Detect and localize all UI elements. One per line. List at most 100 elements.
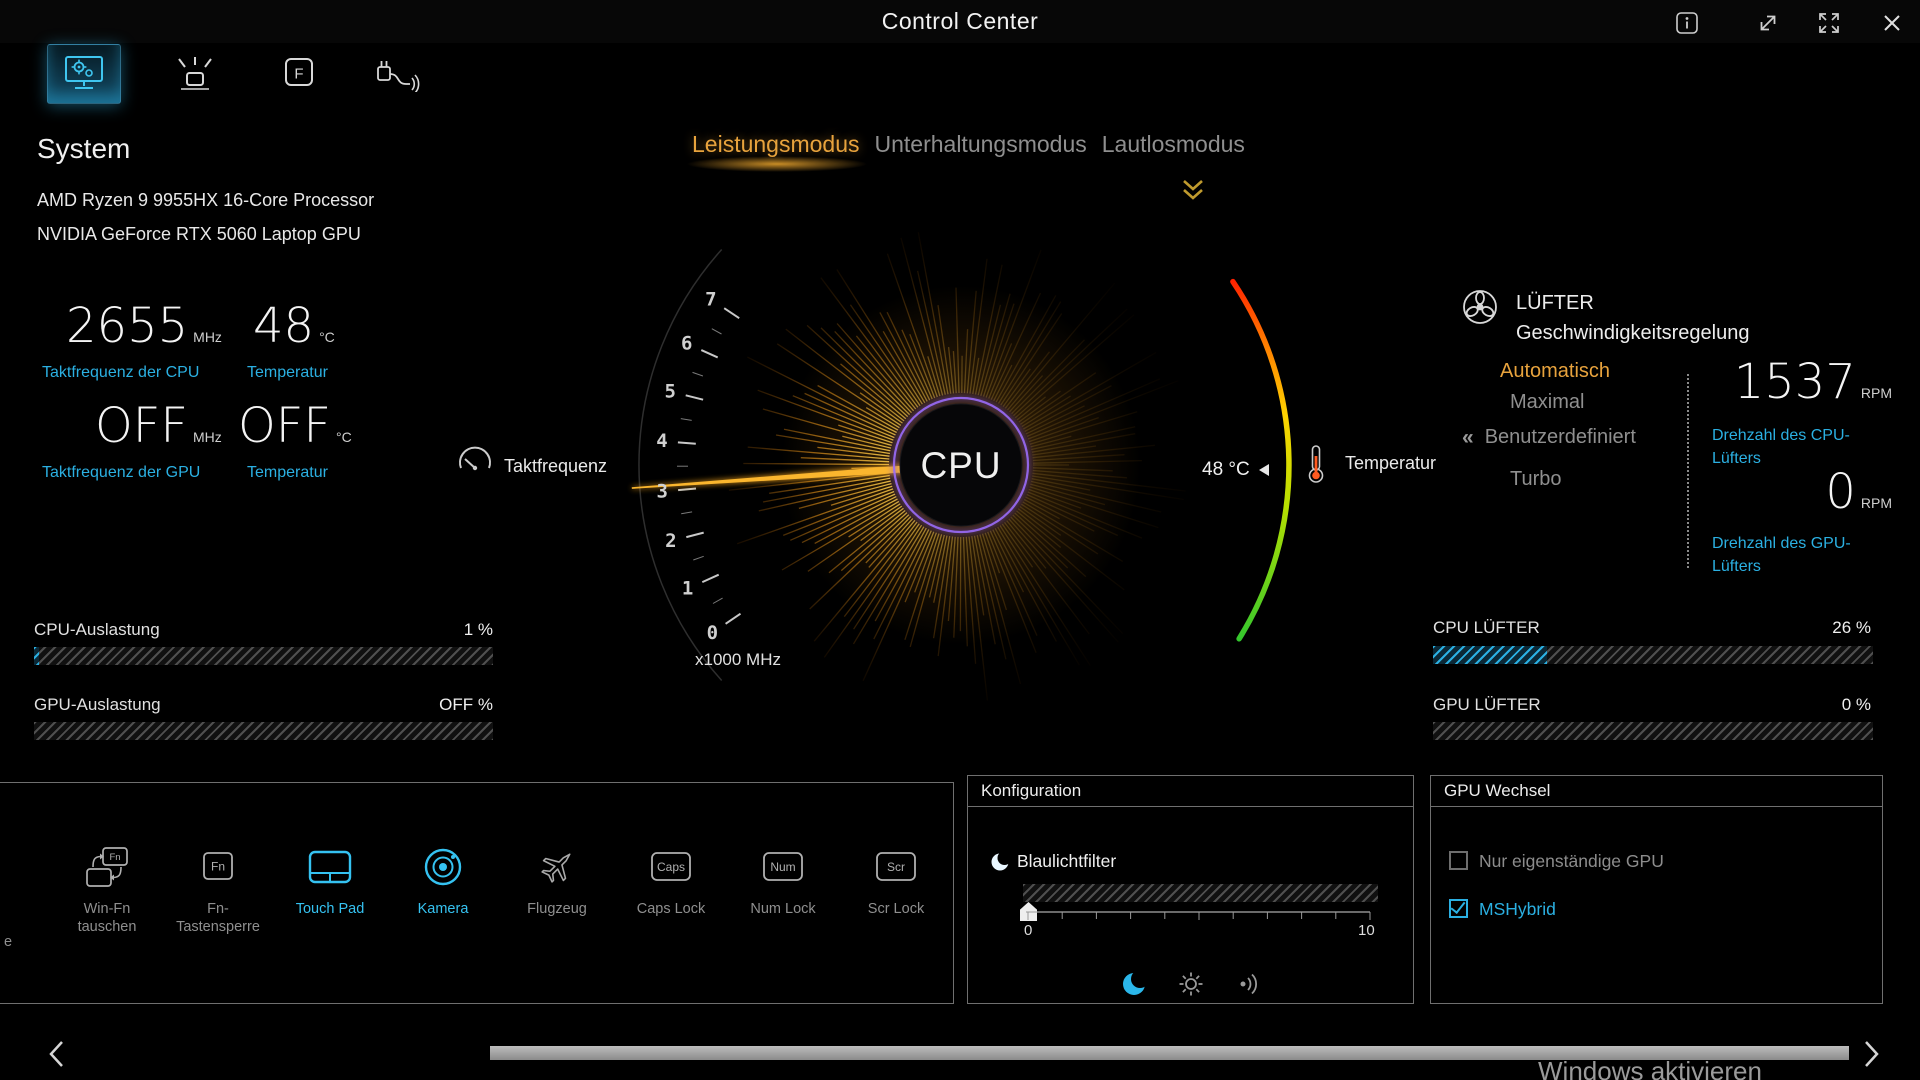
nav-tab-lighting[interactable] bbox=[159, 44, 231, 102]
gauge-freq-label: Taktfrequenz bbox=[504, 456, 607, 477]
airplane-icon bbox=[535, 839, 579, 895]
toggles-partial-label: e bbox=[4, 934, 12, 950]
gauge-dial-edge bbox=[639, 250, 722, 681]
cpu-frequency-label: Taktfrequenz der CPU bbox=[42, 364, 199, 382]
volume-icon[interactable] bbox=[1236, 971, 1264, 1002]
fan-icon bbox=[1461, 288, 1499, 331]
slider-max-label: 10 bbox=[1358, 922, 1375, 939]
svg-text:2: 2 bbox=[665, 530, 676, 552]
konfiguration-title: Konfiguration bbox=[981, 781, 1081, 801]
fan-mode-automatisch[interactable]: Automatisch bbox=[1500, 360, 1610, 383]
toggle-scr-lock[interactable]: Scr Scr Lock bbox=[844, 839, 948, 991]
checkbox-mshybrid-label[interactable]: MSHybrid bbox=[1479, 899, 1556, 920]
cpu-fan-label: CPU LÜFTER bbox=[1433, 618, 1540, 638]
toggle-label: Scr Lock bbox=[868, 900, 924, 918]
toggles-panel: e Fn Win-Fntauschen bbox=[0, 782, 954, 1004]
toggle-label: Num Lock bbox=[750, 900, 815, 918]
resize-icon bbox=[1757, 12, 1779, 34]
gpu-switch-title: GPU Wechsel bbox=[1444, 781, 1550, 801]
gpu-switch-panel: GPU Wechsel Nur eigenständige GPU MSHybr… bbox=[1430, 775, 1883, 1004]
nav-tab-devices[interactable] bbox=[361, 44, 433, 102]
camera-icon bbox=[422, 839, 464, 895]
svg-text:Num: Num bbox=[770, 860, 795, 874]
svg-text:3: 3 bbox=[656, 481, 667, 503]
svg-text:6: 6 bbox=[681, 333, 692, 355]
system-title: System bbox=[37, 133, 130, 165]
cpu-fan-rpm-value: 1537 bbox=[1734, 354, 1856, 410]
nav-tab-system[interactable] bbox=[47, 44, 121, 104]
cpu-load-value: 1 % bbox=[464, 620, 493, 640]
scroll-left-button[interactable] bbox=[44, 1038, 70, 1075]
toggle-fn-lock[interactable]: Fn Fn-Tastensperre bbox=[166, 839, 270, 991]
thermometer-icon bbox=[1306, 444, 1326, 489]
checkbox-dedicated-gpu[interactable] bbox=[1449, 851, 1468, 870]
toggle-camera[interactable]: Kamera bbox=[391, 839, 495, 991]
fan-title-line2: Geschwindigkeitsregelung bbox=[1516, 322, 1749, 345]
cpu-frequency-value: 2655 bbox=[66, 298, 188, 354]
svg-text:0: 0 bbox=[707, 622, 718, 644]
gpu-temperature-stat: OFF°C bbox=[238, 402, 352, 450]
fullscreen-button[interactable] bbox=[1815, 9, 1843, 37]
gpu-frequency-value: OFF bbox=[95, 398, 188, 454]
toggle-label: Kamera bbox=[418, 900, 469, 918]
blue-light-filter-label: Blaulichtfilter bbox=[1017, 851, 1116, 872]
cpu-load-bar bbox=[34, 647, 493, 665]
cpu-temperature-unit: °C bbox=[319, 329, 335, 345]
checkbox-mshybrid[interactable] bbox=[1449, 899, 1468, 918]
cpu-fan-bar-fill bbox=[1433, 646, 1547, 664]
num-lock-key-icon: Num bbox=[760, 839, 806, 895]
cpu-frequency-unit: MHz bbox=[193, 329, 222, 345]
checkbox-dedicated-gpu-label[interactable]: Nur eigenständige GPU bbox=[1479, 851, 1664, 872]
toggle-num-lock[interactable]: Num Num Lock bbox=[731, 839, 835, 991]
window-title: Control Center bbox=[0, 8, 1920, 35]
chevron-left-icon bbox=[44, 1038, 70, 1070]
moon-icon bbox=[990, 852, 1010, 877]
touchpad-icon bbox=[306, 839, 354, 895]
gpu-fan-rpm-unit: RPM bbox=[1861, 495, 1892, 511]
cpu-temperature-stat: 48°C bbox=[253, 302, 335, 350]
svg-text:Scr: Scr bbox=[887, 860, 905, 874]
gpu-frequency-unit: MHz bbox=[193, 429, 222, 445]
fan-mode-benutzerdefiniert[interactable]: « Benutzerdefiniert bbox=[1462, 426, 1636, 449]
gpu-switch-header: GPU Wechsel bbox=[1431, 776, 1882, 807]
cpu-fan-rpm: 1537RPM bbox=[1734, 358, 1892, 406]
toggle-win-fn-swap[interactable]: Fn Win-Fntauschen bbox=[55, 839, 159, 991]
toggle-airplane[interactable]: Flugzeug bbox=[505, 839, 609, 991]
brightness-icon[interactable] bbox=[1178, 971, 1204, 1002]
toggle-caps-lock[interactable]: Caps Caps Lock bbox=[619, 839, 723, 991]
resize-button[interactable] bbox=[1754, 9, 1782, 37]
fan-title-line1: LÜFTER bbox=[1516, 292, 1594, 315]
cpu-temperature-value: 48 bbox=[253, 298, 314, 354]
windows-activation-watermark: Windows aktivieren bbox=[1538, 1056, 1762, 1080]
gpu-name: NVIDIA GeForce RTX 5060 Laptop GPU bbox=[37, 224, 361, 245]
fan-mode-turbo[interactable]: Turbo bbox=[1510, 468, 1562, 491]
nav-tab-function-keys[interactable]: F bbox=[263, 44, 335, 102]
toggle-label: Flugzeug bbox=[527, 900, 587, 918]
scroll-right-button[interactable] bbox=[1858, 1038, 1884, 1075]
gpu-fan-label: GPU LÜFTER bbox=[1433, 695, 1541, 715]
gpu-fan-rpm: 0RPM bbox=[1825, 468, 1892, 516]
gpu-temperature-label: Temperatur bbox=[247, 464, 328, 482]
slider-min-label: 0 bbox=[1024, 922, 1032, 939]
gpu-temperature-value: OFF bbox=[238, 398, 331, 454]
gauge-temp-label: Temperatur bbox=[1345, 453, 1436, 474]
chevron-right-icon bbox=[1858, 1038, 1884, 1070]
gpu-frequency-stat: OFFMHz bbox=[95, 402, 222, 450]
svg-text:Caps: Caps bbox=[657, 860, 685, 874]
gpu-load-bar bbox=[34, 722, 493, 740]
close-button[interactable] bbox=[1878, 9, 1906, 37]
blue-light-slider-track[interactable] bbox=[1023, 884, 1378, 902]
svg-text:1: 1 bbox=[682, 578, 693, 600]
gpu-load-label: GPU-Auslastung bbox=[34, 695, 161, 715]
keyboard-backlight-icon bbox=[175, 54, 215, 92]
konfiguration-header: Konfiguration bbox=[968, 776, 1413, 807]
toggle-label: Fn-Tastensperre bbox=[176, 900, 260, 936]
info-button[interactable] bbox=[1673, 9, 1701, 37]
cpu-name: AMD Ryzen 9 9955HX 16-Core Processor bbox=[37, 190, 374, 211]
gpu-fan-rpm-value: 0 bbox=[1825, 464, 1856, 520]
cpu-load-label: CPU-Auslastung bbox=[34, 620, 160, 640]
fan-mode-maximal[interactable]: Maximal bbox=[1510, 391, 1584, 414]
cpu-load-bar-fill bbox=[34, 647, 39, 665]
night-mode-icon[interactable] bbox=[1121, 971, 1147, 1002]
toggle-touchpad[interactable]: Touch Pad bbox=[278, 839, 382, 991]
